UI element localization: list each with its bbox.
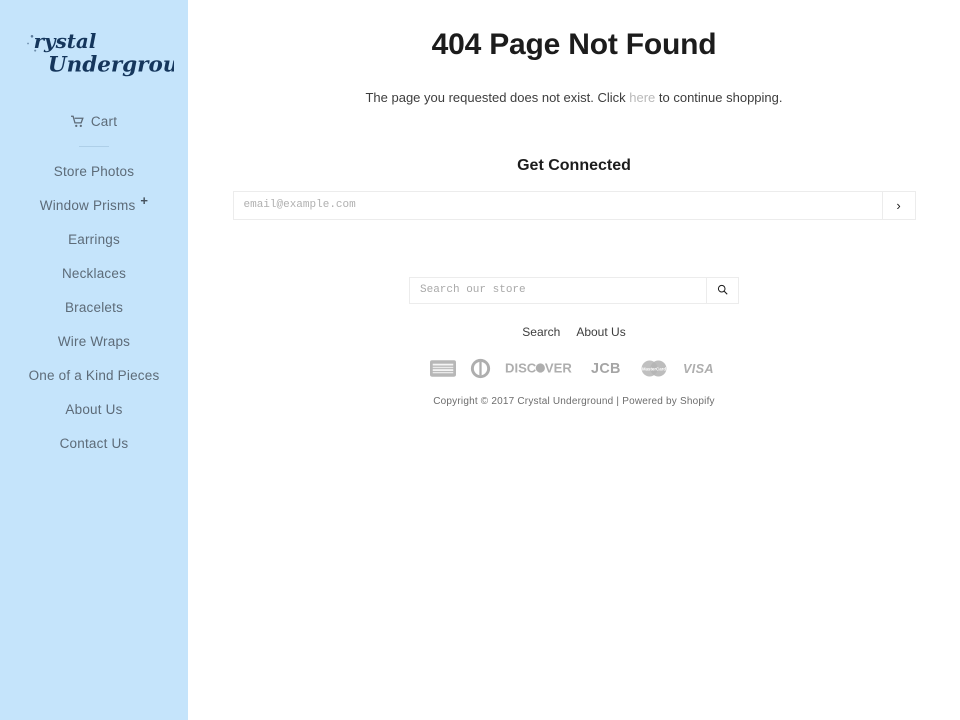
sidebar-item-label: Necklaces	[61, 265, 127, 281]
sidebar-item-one-of-a-kind-pieces[interactable]: One of a Kind Pieces	[0, 358, 188, 392]
svg-text:JCB: JCB	[591, 361, 621, 376]
mastercard-icon: MasterCard	[641, 359, 666, 377]
search-form	[409, 276, 739, 304]
sidebar-item-label: Wire Wraps	[57, 333, 131, 349]
search-icon	[717, 283, 728, 298]
sidebar-item-label: Store Photos	[53, 163, 135, 179]
visa-icon: VISA	[683, 362, 714, 376]
newsletter-heading: Get Connected	[517, 156, 631, 174]
sidebar-item-wire-wraps[interactable]: Wire Wraps	[0, 324, 188, 358]
error-message: The page you requested does not exist. C…	[188, 90, 960, 105]
page-root: rystal Underground Cart Store Photos	[0, 0, 960, 720]
payment-methods: DISC VER JCB MasterCard VISA	[188, 358, 960, 379]
email-input[interactable]	[232, 190, 882, 220]
continue-shopping-link[interactable]: here	[629, 90, 655, 105]
sidebar-item-contact-us[interactable]: Contact Us	[0, 426, 188, 460]
sidebar-item-window-prisms[interactable]: Window Prisms +	[0, 188, 188, 222]
sidebar-item-label: Contact Us	[59, 435, 129, 451]
shopping-cart-icon	[70, 115, 85, 128]
sidebar: rystal Underground Cart Store Photos	[0, 0, 209, 720]
svg-text:VISA: VISA	[683, 362, 714, 376]
sidebar-nav: Cart Store Photos Window Prisms + Earrin…	[0, 104, 188, 460]
error-message-before: The page you requested does not exist. C…	[365, 89, 630, 105]
search-submit-button[interactable]	[706, 276, 739, 304]
diners-club-icon	[470, 358, 490, 378]
logo-word-crystal: rystal	[34, 29, 97, 53]
sidebar-item-label: One of a Kind Pieces	[28, 367, 160, 383]
logo-graphic: rystal Underground	[21, 29, 209, 77]
american-express-icon	[429, 359, 456, 377]
sidebar-item-earrings[interactable]: Earrings	[0, 222, 188, 256]
expand-plus-icon[interactable]: +	[140, 194, 148, 207]
sidebar-divider	[79, 146, 109, 147]
site-logo[interactable]: rystal Underground	[14, 22, 209, 84]
footer-links: Search About Us	[188, 325, 960, 339]
newsletter-form: ›	[232, 190, 916, 220]
footer-link-search[interactable]: Search	[522, 325, 560, 339]
copyright-text: Copyright © 2017 Crystal Underground | P…	[433, 395, 715, 407]
sidebar-item-store-photos[interactable]: Store Photos	[0, 154, 188, 188]
discover-icon: DISC VER	[505, 361, 572, 376]
footer-link-about-us[interactable]: About Us	[576, 325, 625, 339]
sidebar-item-necklaces[interactable]: Necklaces	[0, 256, 188, 290]
sidebar-item-label: Bracelets	[64, 299, 124, 315]
error-message-after: to continue shopping.	[655, 89, 783, 105]
svg-text:VER: VER	[544, 361, 571, 376]
subscribe-button[interactable]: ›	[881, 190, 916, 220]
sidebar-item-label: Earrings	[68, 231, 120, 247]
page-title: 404 Page Not Found	[431, 28, 717, 61]
logo-word-underground: Underground	[48, 52, 174, 77]
sidebar-item-bracelets[interactable]: Bracelets	[0, 290, 188, 324]
sidebar-item-about-us[interactable]: About Us	[0, 392, 188, 426]
jcb-icon: JCB	[591, 361, 621, 376]
sidebar-item-label: About Us	[65, 401, 123, 417]
sidebar-item-cart-label: Cart	[90, 113, 118, 129]
svg-text:MasterCard: MasterCard	[641, 366, 665, 371]
svg-text:DISC: DISC	[505, 361, 537, 376]
main-content: 404 Page Not Found The page you requeste…	[188, 0, 960, 720]
sidebar-item-label: Window Prisms	[39, 197, 136, 213]
sidebar-item-cart[interactable]: Cart	[0, 104, 188, 138]
search-input[interactable]	[409, 276, 706, 304]
